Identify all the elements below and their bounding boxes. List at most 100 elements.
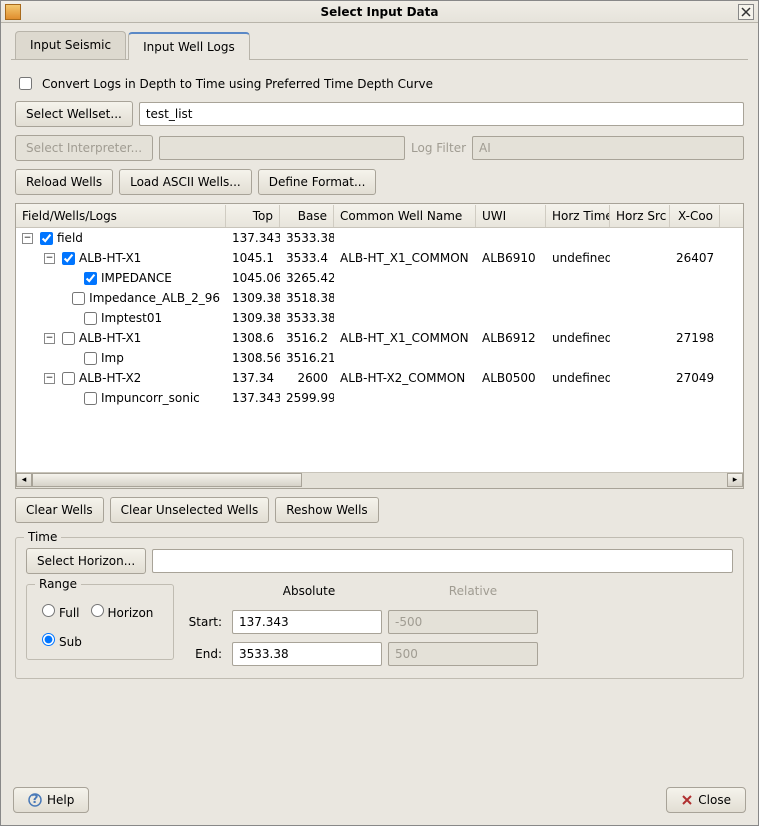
tab-input-well-logs[interactable]: Input Well Logs <box>128 32 250 60</box>
tree-row[interactable]: Imp 1308.563516.21 <box>16 348 743 368</box>
tree-item-label: Imp <box>101 351 124 365</box>
tree-cell: ALB0500 <box>476 371 546 385</box>
tree-cell: 1045.1 <box>226 251 280 265</box>
range-fieldset: Range Full Horizon Sub <box>26 584 174 660</box>
tree-row[interactable]: − ALB-HT-X1 1045.13533.4ALB-HT_X1_COMMONAL… <box>16 248 743 268</box>
col-horz-time[interactable]: Horz Time <box>546 205 610 227</box>
window-title: Select Input Data <box>1 5 758 19</box>
tree-cell: 3518.38 <box>280 291 334 305</box>
tree-row[interactable]: Impedance_ALB_2_96 1309.383518.38 <box>16 288 743 308</box>
tree-cell: 137.343 <box>226 231 280 245</box>
col-field-wells-logs[interactable]: Field/Wells/Logs <box>16 205 226 227</box>
close-x-icon <box>681 794 693 806</box>
end-label: End: <box>188 647 222 661</box>
absolute-label: Absolute <box>230 584 388 598</box>
tree-cell: 2599.99 <box>280 391 334 405</box>
start-absolute-input[interactable] <box>232 610 382 634</box>
radio-full[interactable] <box>42 604 55 617</box>
scroll-right-icon[interactable]: ▸ <box>727 473 743 487</box>
tab-input-seismic[interactable]: Input Seismic <box>15 31 126 59</box>
close-button[interactable]: Close <box>666 787 746 813</box>
wells-tree[interactable]: Field/Wells/Logs Top Base Common Well Na… <box>15 203 744 489</box>
radio-sub[interactable] <box>42 633 55 646</box>
col-horz-src[interactable]: Horz Src <box>610 205 670 227</box>
tree-checkbox[interactable] <box>62 332 75 345</box>
tree-cell: ALB6910 <box>476 251 546 265</box>
expand-toggle-icon[interactable]: − <box>44 333 55 344</box>
tree-cell: ALB-HT_X1_COMMON <box>334 331 476 345</box>
scrollbar-thumb[interactable] <box>32 473 302 487</box>
interpreter-input <box>159 136 405 160</box>
tree-item-label: IMPEDANCE <box>101 271 172 285</box>
start-relative-input <box>388 610 538 634</box>
tree-row[interactable]: IMPEDANCE 1045.063265.42 <box>16 268 743 288</box>
tree-cell: 2600 <box>280 371 334 385</box>
expand-toggle-icon[interactable]: − <box>44 373 55 384</box>
end-relative-input <box>388 642 538 666</box>
tree-row[interactable]: Imptest011309.383533.38 <box>16 308 743 328</box>
tree-row[interactable]: −ALB-HT-X11308.63516.2ALB-HT_X1_COMMONAL… <box>16 328 743 348</box>
col-top[interactable]: Top <box>226 205 280 227</box>
tab-bar: Input Seismic Input Well Logs <box>11 31 748 60</box>
tree-checkbox[interactable] <box>84 312 97 325</box>
tree-cell: 3516.21 <box>280 351 334 365</box>
scroll-left-icon[interactable]: ◂ <box>16 473 32 487</box>
tree-checkbox[interactable] <box>40 232 53 245</box>
tree-cell: 3265.42 <box>280 271 334 285</box>
radio-sub-label[interactable]: Sub <box>37 635 82 649</box>
tree-row[interactable]: −field137.3433533.38 <box>16 228 743 248</box>
reshow-wells-button[interactable]: Reshow Wells <box>275 497 378 523</box>
tree-cell: 1308.6 <box>226 331 280 345</box>
help-button[interactable]: ? Help <box>13 787 89 813</box>
expand-toggle-icon[interactable]: − <box>44 253 55 264</box>
tree-header: Field/Wells/Logs Top Base Common Well Na… <box>16 204 743 228</box>
tree-cell: 1308.56 <box>226 351 280 365</box>
clear-unselected-wells-button[interactable]: Clear Unselected Wells <box>110 497 270 523</box>
start-label: Start: <box>188 615 222 629</box>
tree-item-label: field <box>57 231 83 245</box>
load-ascii-wells-button[interactable]: Load ASCII Wells... <box>119 169 252 195</box>
tree-cell: 3533.4 <box>280 251 334 265</box>
select-wellset-button[interactable]: Select Wellset... <box>15 101 133 127</box>
tree-checkbox[interactable] <box>62 372 75 385</box>
tree-cell: ALB-HT_X1_COMMON <box>334 251 476 265</box>
select-horizon-button[interactable]: Select Horizon... <box>26 548 146 574</box>
col-common-well-name[interactable]: Common Well Name <box>334 205 476 227</box>
tree-row[interactable]: Impuncorr_sonic137.3432599.99 <box>16 388 743 408</box>
tree-cell: 26407 <box>670 251 720 265</box>
time-legend: Time <box>24 530 61 544</box>
tree-cell: 27049 <box>670 371 720 385</box>
tree-checkbox[interactable] <box>84 272 97 285</box>
convert-logs-checkbox[interactable] <box>19 77 32 90</box>
tree-checkbox[interactable] <box>62 252 75 265</box>
end-absolute-input[interactable] <box>232 642 382 666</box>
col-uwi[interactable]: UWI <box>476 205 546 227</box>
tree-checkbox[interactable] <box>84 352 97 365</box>
col-x-coord[interactable]: X-Coo <box>670 205 720 227</box>
tree-row[interactable]: −ALB-HT-X2137.342600ALB-HT-X2_COMMONALB0… <box>16 368 743 388</box>
radio-horizon[interactable] <box>91 604 104 617</box>
expand-toggle-icon[interactable]: − <box>22 233 33 244</box>
tree-item-label: ALB-HT-X1 <box>79 331 141 345</box>
tree-cell: 1309.38 <box>226 291 280 305</box>
tree-item-label: Impedance_ALB_2_96 <box>89 291 220 305</box>
tree-cell: ALB-HT-X2_COMMON <box>334 371 476 385</box>
horizon-input[interactable] <box>152 549 733 573</box>
radio-full-label[interactable]: Full <box>37 601 80 620</box>
reload-wells-button[interactable]: Reload Wells <box>15 169 113 195</box>
tree-checkbox[interactable] <box>84 392 97 405</box>
wellset-input[interactable] <box>139 102 744 126</box>
tree-item-label: ALB-HT-X1 <box>79 251 141 265</box>
col-base[interactable]: Base <box>280 205 334 227</box>
tree-h-scrollbar[interactable]: ◂ ▸ <box>16 472 743 488</box>
tree-cell: ALB6912 <box>476 331 546 345</box>
radio-horizon-label[interactable]: Horizon <box>86 601 154 620</box>
clear-wells-button[interactable]: Clear Wells <box>15 497 104 523</box>
tree-cell: 137.34 <box>226 371 280 385</box>
tree-checkbox[interactable] <box>72 292 85 305</box>
log-filter-label: Log Filter <box>411 141 466 155</box>
tree-cell: 1045.06 <box>226 271 280 285</box>
define-format-button[interactable]: Define Format... <box>258 169 377 195</box>
relative-label: Relative <box>394 584 552 598</box>
tree-cell: undefined <box>546 331 610 345</box>
